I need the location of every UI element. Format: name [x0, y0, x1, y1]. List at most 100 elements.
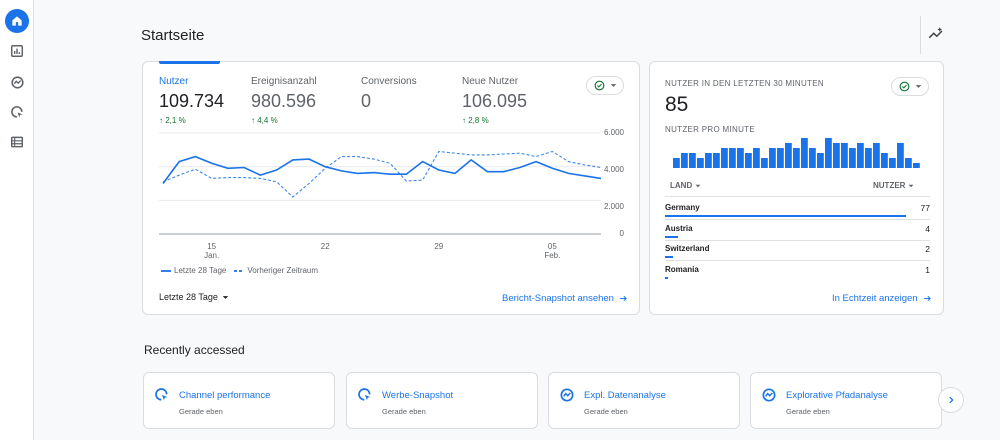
x-tick-label: 15 Jan.: [197, 242, 227, 260]
recent-card-subtitle: Gerade eben: [786, 407, 830, 416]
per-minute-bar: [905, 158, 912, 168]
recent-card[interactable]: Werbe-Snapshot Gerade eben: [346, 372, 538, 429]
nav-reports[interactable]: [5, 39, 29, 63]
divider: [665, 239, 930, 241]
insights-button[interactable]: [927, 25, 947, 45]
divider: [665, 219, 930, 220]
realtime-title: NUTZER IN DEN LETZTEN 30 MINUTEN: [665, 79, 824, 88]
nav-explore[interactable]: [5, 70, 29, 94]
per-minute-bar: [713, 153, 720, 168]
x-tick-day: 22: [320, 242, 330, 251]
per-minute-bar: [889, 158, 896, 168]
realtime-card: NUTZER IN DEN LETZTEN 30 MINUTEN 85 NUTZ…: [649, 61, 944, 315]
view-report-snapshot-link[interactable]: Bericht-Snapshot ansehen: [502, 293, 628, 304]
view-realtime-link[interactable]: In Echtzeit anzeigen: [832, 293, 932, 304]
recent-card[interactable]: Channel performance Gerade eben: [143, 372, 335, 429]
per-minute-bar: [769, 148, 776, 168]
per-minute-bar: [705, 153, 712, 168]
country-name: Romania: [665, 264, 699, 274]
per-minute-bar: [833, 143, 840, 168]
country-name: Austria: [665, 223, 693, 233]
next-button[interactable]: [938, 387, 964, 413]
date-range-dropdown[interactable]: Letzte 28 Tage: [159, 292, 229, 302]
legend-item-current: Letzte 28 Tage: [161, 266, 226, 275]
list-icon: [11, 136, 23, 148]
y-tick-label: 0: [619, 229, 624, 238]
advertising-icon: [155, 388, 168, 401]
legend-label: Letzte 28 Tage: [174, 266, 227, 275]
recent-card[interactable]: Explorative Pfadanalyse Gerade eben: [750, 372, 942, 429]
per-minute-bar: [801, 138, 808, 168]
country-users: 4: [925, 223, 930, 234]
column-header-label: NUTZER: [873, 181, 906, 190]
legend-item-previous: Vorheriger Zeitraum: [234, 266, 318, 275]
x-tick-month: Feb.: [544, 251, 561, 260]
explore-icon: [10, 75, 24, 89]
per-minute-bar: [913, 163, 920, 168]
y-tick-label: 6.000: [603, 128, 624, 137]
country-row: Romania 1: [665, 265, 930, 285]
country-share-bar: [665, 276, 669, 279]
recent-card[interactable]: Expl. Datenanalyse Gerade eben: [548, 372, 740, 429]
per-minute-bar: [841, 143, 848, 168]
caret-down-icon: [695, 184, 701, 187]
per-minute-bar: [857, 143, 864, 168]
arrow-right-icon: [923, 295, 931, 302]
per-minute-bar: [697, 158, 704, 168]
country-row: Switzerland 2: [665, 244, 930, 264]
recent-card-title: Channel performance: [179, 390, 271, 401]
x-tick-label: 29: [424, 242, 454, 251]
nav-home[interactable]: [5, 9, 29, 33]
caret-down-icon: [915, 85, 921, 88]
per-minute-bar-chart: [673, 138, 920, 168]
country-users: 2: [925, 244, 930, 254]
column-header-users[interactable]: NUTZER: [873, 181, 914, 190]
recent-card-title: Expl. Datenanalyse: [584, 390, 666, 401]
per-minute-bar: [825, 138, 832, 168]
comparison-button[interactable]: [891, 77, 929, 96]
per-minute-bar: [897, 143, 904, 168]
per-minute-bar: [729, 148, 736, 168]
bar-chart-icon: [11, 45, 23, 57]
chevron-right-icon: [949, 396, 954, 404]
divider: [665, 260, 930, 261]
x-tick-day: 05: [547, 242, 557, 251]
per-minute-bar: [681, 153, 688, 168]
page-title: Startseite: [141, 27, 205, 44]
per-minute-bar: [817, 153, 824, 168]
x-tick-label: 22: [310, 242, 340, 251]
per-minute-bar: [673, 158, 680, 168]
country-row: Austria 4: [665, 224, 930, 244]
date-range-label: Letzte 28 Tage: [159, 292, 218, 302]
country-users: 1: [925, 264, 930, 275]
y-tick-label: 2.000: [603, 202, 624, 211]
advertising-icon: [10, 105, 23, 118]
x-tick-month: Jan.: [204, 251, 220, 260]
link-label: In Echtzeit anzeigen: [832, 293, 918, 304]
explore-icon: [762, 388, 776, 402]
column-header-country[interactable]: LAND: [670, 181, 701, 190]
arrow-right-icon: [620, 295, 627, 302]
divider: [920, 16, 921, 54]
recent-card-subtitle: Gerade eben: [382, 407, 426, 416]
per-minute-bar: [777, 148, 784, 168]
recently-accessed-title: Recently accessed: [144, 343, 245, 357]
x-tick-day: 29: [434, 242, 444, 251]
realtime-value: 85: [665, 93, 689, 116]
caret-down-icon: [909, 184, 914, 187]
recent-card-subtitle: Gerade eben: [179, 407, 223, 416]
recent-card-title: Explorative Pfadanalyse: [786, 390, 888, 401]
country-name: Germany: [665, 203, 700, 212]
advertising-icon: [358, 388, 371, 401]
overview-card: Nutzer 109.734 ↑ 2,1 % Ereignisanzahl 98…: [142, 61, 640, 315]
nav-advertising[interactable]: [5, 100, 29, 124]
per-minute-bar: [793, 148, 800, 168]
recent-card-subtitle: Gerade eben: [584, 407, 628, 416]
per-minute-bar: [689, 153, 696, 168]
country-share-bar: [665, 256, 673, 258]
x-tick-day: 15: [207, 242, 217, 251]
per-minute-bar: [737, 148, 744, 168]
nav-configure[interactable]: [5, 130, 29, 154]
per-minute-bar: [881, 153, 888, 168]
check-circle-icon: [899, 81, 909, 92]
